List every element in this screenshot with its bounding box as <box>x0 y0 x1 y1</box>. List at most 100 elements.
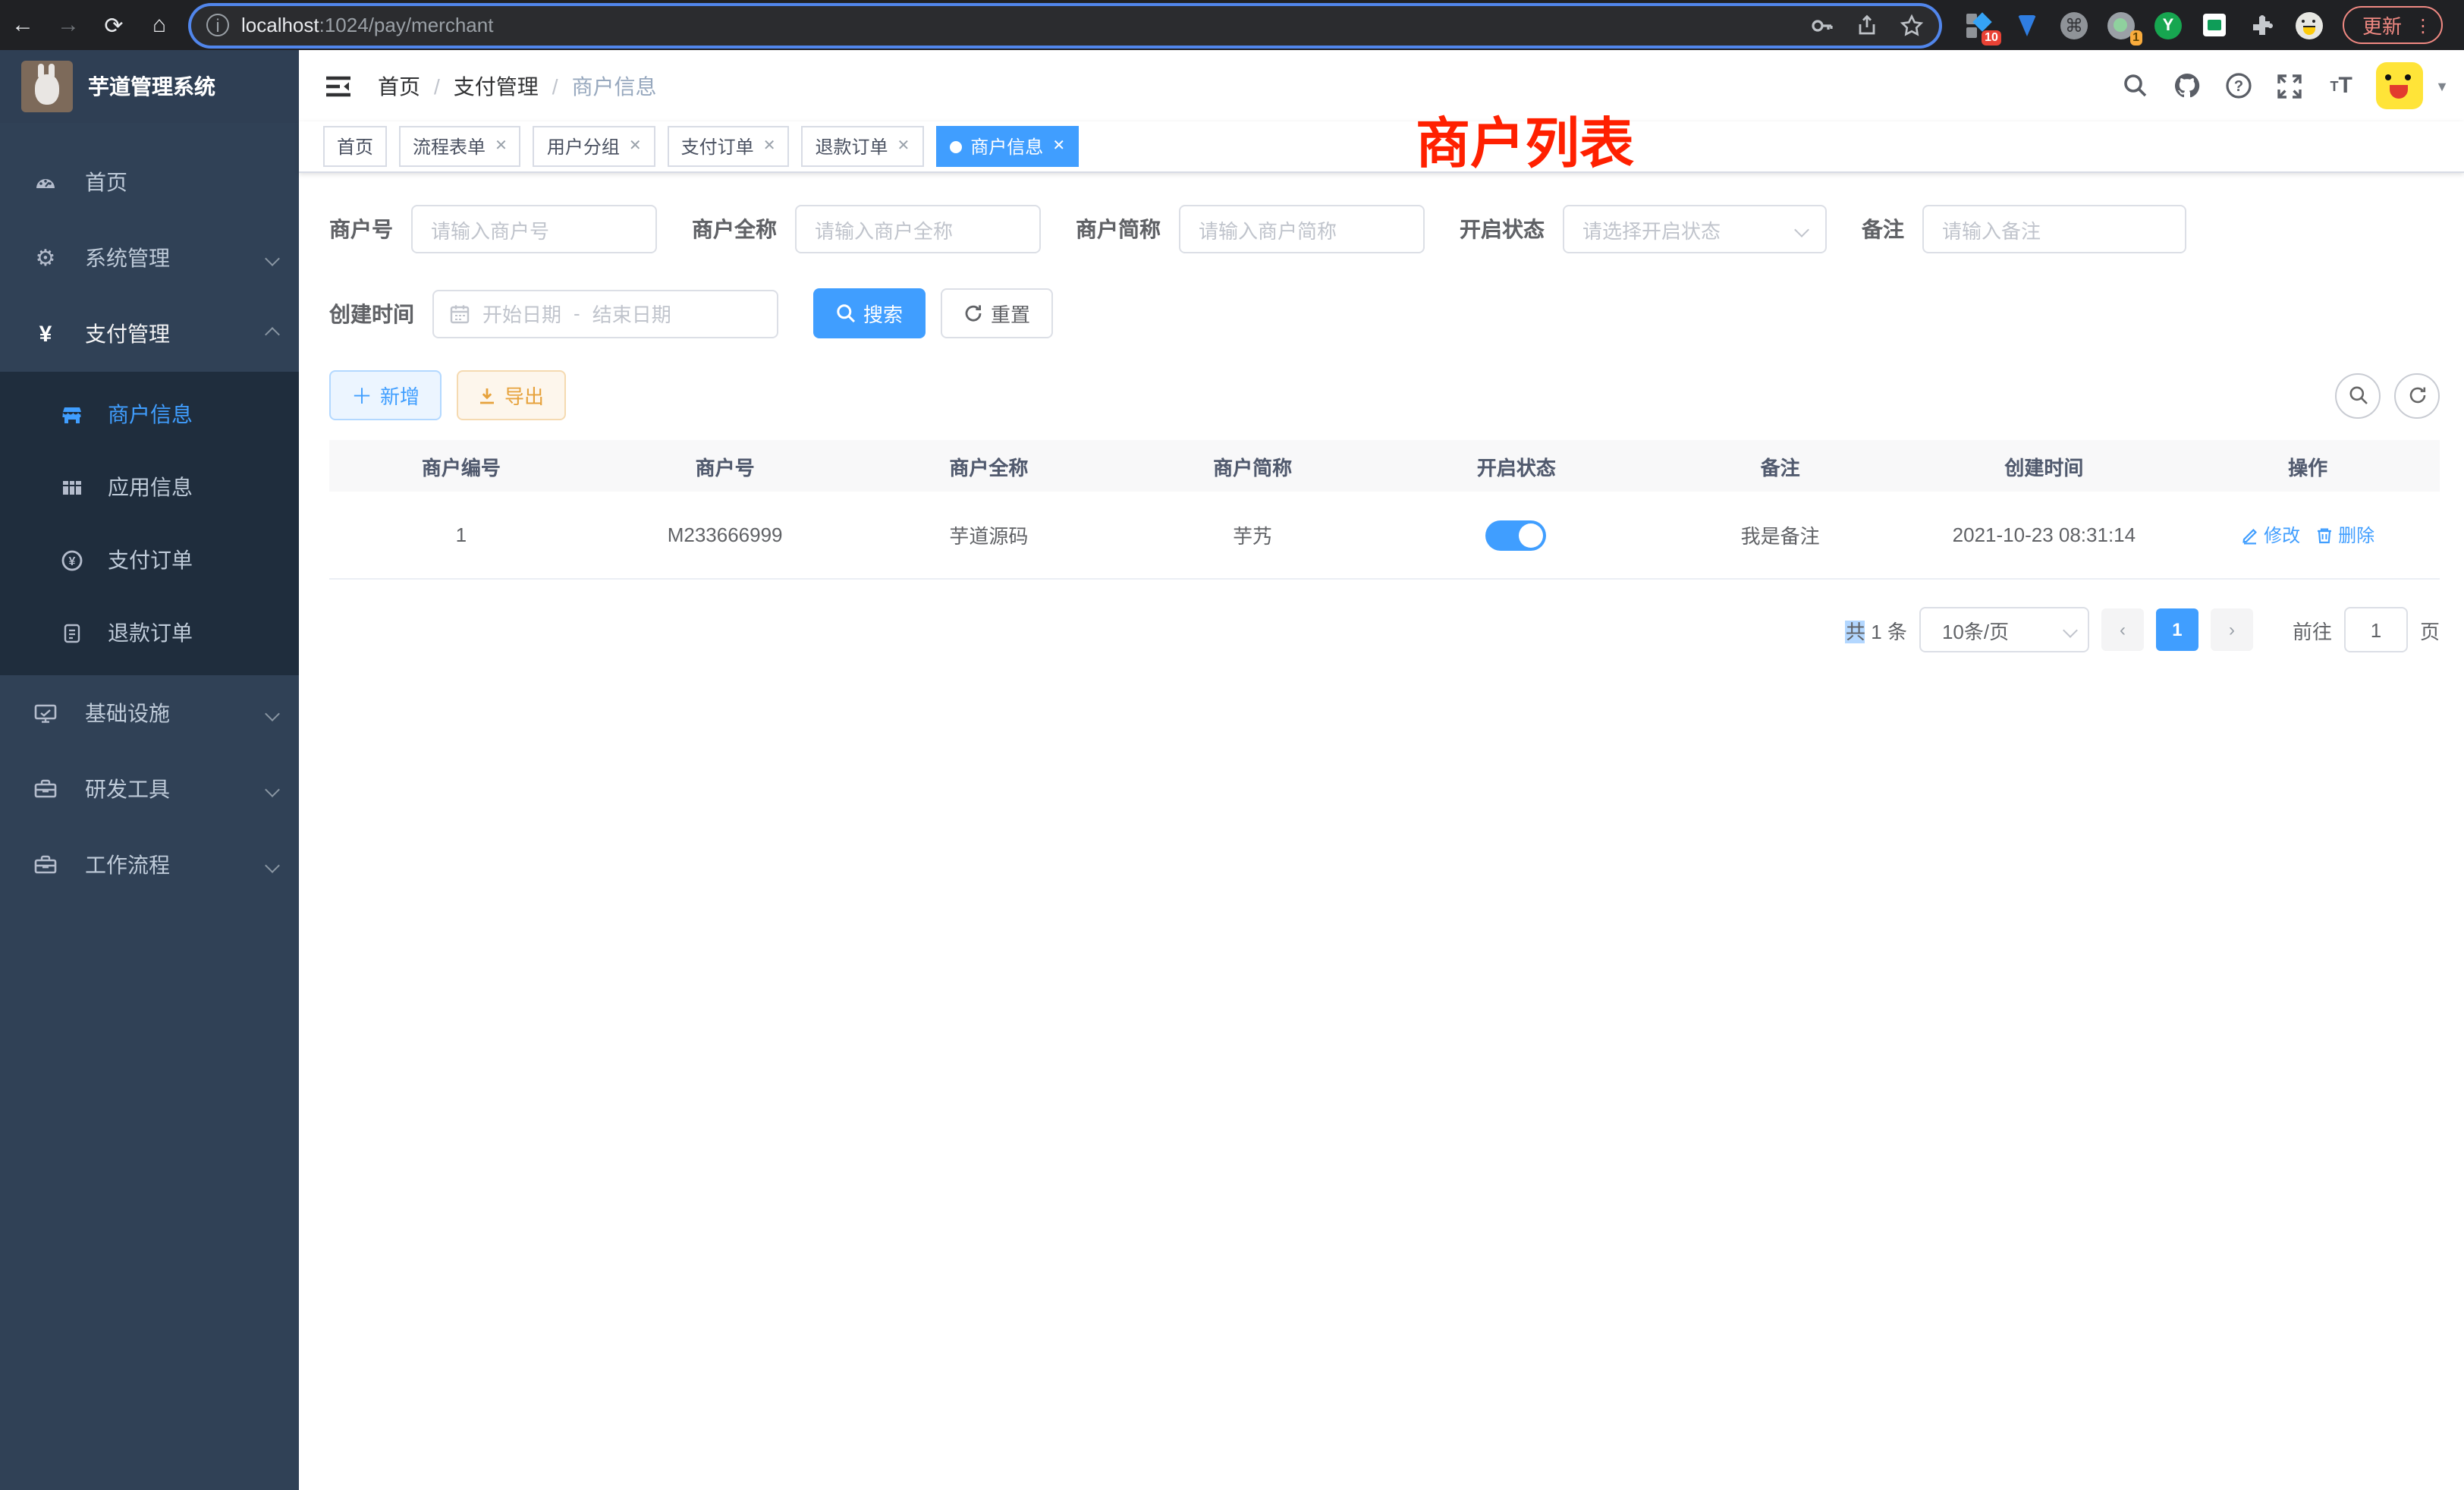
delete-button[interactable]: 删除 <box>2315 522 2374 548</box>
extension-tasks-icon[interactable]: 10 <box>1966 11 1994 39</box>
tab-pay-order[interactable]: 支付订单✕ <box>668 126 790 167</box>
gear-icon: ⚙ <box>33 246 58 270</box>
date-range-picker[interactable]: 开始日期 - 结束日期 <box>432 289 778 338</box>
close-icon[interactable]: ✕ <box>495 138 508 155</box>
goto-label: 前往 <box>2293 615 2332 644</box>
chevron-down-icon <box>1794 222 1809 237</box>
edit-button[interactable]: 修改 <box>2241 522 2300 548</box>
merchant-no-label: 商户号 <box>329 214 393 244</box>
short-name-label: 商户简称 <box>1076 214 1161 244</box>
app-logo-row[interactable]: 芋道管理系统 <box>0 50 299 123</box>
share-icon[interactable] <box>1856 13 1878 37</box>
cell-full-name: 芋道源码 <box>857 520 1121 549</box>
close-icon[interactable]: ✕ <box>629 138 642 155</box>
create-time-label: 创建时间 <box>329 298 414 328</box>
page-1-button[interactable]: 1 <box>2156 608 2198 651</box>
full-name-label: 商户全称 <box>692 214 777 244</box>
breadcrumb-home[interactable]: 首页 <box>378 71 420 101</box>
sidebar-item-pay-order[interactable]: ¥ 支付订单 <box>0 523 299 596</box>
fullscreen-icon[interactable] <box>2273 69 2306 102</box>
close-icon[interactable]: ✕ <box>1052 138 1065 155</box>
sidebar-item-infra[interactable]: 基础设施 <box>0 675 299 751</box>
merchant-table: 商户编号 商户号 商户全称 商户简称 开启状态 备注 创建时间 操作 1 M23… <box>329 440 2440 580</box>
github-icon[interactable] <box>2170 69 2203 102</box>
chevron-down-icon <box>265 250 280 266</box>
full-name-input[interactable]: 请输入商户全称 <box>795 205 1041 253</box>
sidebar-item-home[interactable]: 首页 <box>0 144 299 220</box>
tag-view-bar: 首页 流程表单✕ 用户分组✕ 支付订单✕ 退款订单✕ 商户信息✕ <box>299 121 2464 173</box>
tab-user-group[interactable]: 用户分组✕ <box>533 126 655 167</box>
breadcrumb-current: 商户信息 <box>572 71 657 101</box>
font-size-icon[interactable]: TT <box>2324 69 2358 102</box>
tab-refund-order[interactable]: 退款订单✕ <box>801 126 923 167</box>
extension-kite-icon[interactable] <box>2013 11 2041 39</box>
table-header-row: 商户编号 商户号 商户全称 商户简称 开启状态 备注 创建时间 操作 <box>329 440 2440 492</box>
breadcrumb-section[interactable]: 支付管理 <box>454 71 539 101</box>
password-key-icon[interactable] <box>1810 13 1834 37</box>
extensions-puzzle-icon[interactable] <box>2249 11 2276 39</box>
extension-y-icon[interactable]: Y <box>2154 11 2182 39</box>
total-text: 共 1 条 <box>1846 615 1907 644</box>
sidebar-item-system[interactable]: ⚙ 系统管理 <box>0 220 299 296</box>
cell-merchant-no: M233666999 <box>593 523 857 546</box>
table-grid-icon <box>61 476 83 498</box>
avatar-caret-icon[interactable]: ▼ <box>2435 78 2449 93</box>
goto-page-input[interactable]: 1 <box>2344 607 2408 652</box>
merchant-no-input[interactable]: 请输入商户号 <box>411 205 657 253</box>
sidebar-item-dev-tools[interactable]: 研发工具 <box>0 751 299 827</box>
extension-command-icon[interactable]: ⌘ <box>2060 11 2088 39</box>
close-icon[interactable]: ✕ <box>763 138 776 155</box>
browser-update-button[interactable]: 更新 ⋮ <box>2343 6 2443 44</box>
site-info-icon[interactable]: i <box>206 14 229 36</box>
extensions-area: 10 ⌘ 1 Y 更新 ⋮ <box>1954 6 2464 44</box>
calendar-icon <box>449 303 470 324</box>
short-name-input[interactable]: 请输入商户简称 <box>1179 205 1425 253</box>
header-search-icon[interactable] <box>2118 69 2151 102</box>
browser-forward-icon[interactable]: → <box>46 12 91 38</box>
tab-home[interactable]: 首页 <box>323 126 387 167</box>
goto-unit: 页 <box>2420 615 2440 644</box>
status-select[interactable]: 请选择开启状态 <box>1563 205 1827 253</box>
sidebar-item-refund-order[interactable]: 退款订单 <box>0 596 299 669</box>
extension-recorder-icon[interactable]: 1 <box>2107 11 2135 39</box>
next-page-button[interactable]: › <box>2211 608 2253 651</box>
monitor-icon <box>33 701 58 725</box>
bookmark-star-icon[interactable] <box>1900 13 1924 37</box>
browser-menu-icon[interactable]: ⋮ <box>2414 16 2432 34</box>
search-button[interactable]: 搜索 <box>813 288 926 338</box>
user-avatar[interactable] <box>2376 62 2423 109</box>
cell-short-name: 芋艿 <box>1120 520 1384 549</box>
sidebar-item-app-info[interactable]: 应用信息 <box>0 451 299 523</box>
help-icon[interactable]: ? <box>2221 69 2255 102</box>
remark-input[interactable]: 请输入备注 <box>1922 205 2186 253</box>
tab-merchant-info[interactable]: 商户信息✕ <box>935 126 1079 167</box>
pay-order-icon: ¥ <box>61 549 83 571</box>
browser-home-icon[interactable]: ⌂ <box>137 12 182 38</box>
address-bar[interactable]: i localhost:1024/pay/merchant <box>191 5 1939 45</box>
extension-chat-icon[interactable] <box>2202 11 2229 39</box>
app-title: 芋道管理系统 <box>88 71 215 102</box>
sidebar-item-workflow[interactable]: 工作流程 <box>0 827 299 903</box>
browser-toolbar: ← → ⟳ ⌂ i localhost:1024/pay/merchant 10… <box>0 0 2464 50</box>
dashboard-icon <box>33 170 58 194</box>
table-toolbar: ＋新增 导出 <box>299 366 2464 420</box>
sidebar-collapse-icon[interactable] <box>323 71 354 101</box>
export-button[interactable]: 导出 <box>457 370 566 420</box>
url-text: localhost:1024/pay/merchant <box>241 14 1789 36</box>
active-dot <box>949 140 961 152</box>
sidebar-item-merchant-info[interactable]: 商户信息 <box>0 378 299 451</box>
table-row: 1 M233666999 芋道源码 芋艿 我是备注 2021-10-23 08:… <box>329 492 2440 580</box>
tab-process-form[interactable]: 流程表单✕ <box>399 126 521 167</box>
sidebar-item-pay[interactable]: ¥ 支付管理 <box>0 296 299 372</box>
close-icon[interactable]: ✕ <box>897 138 910 155</box>
status-toggle[interactable] <box>1486 520 1547 550</box>
profile-avatar-icon[interactable] <box>2296 11 2323 39</box>
add-button[interactable]: ＋新增 <box>329 370 442 420</box>
reset-button[interactable]: 重置 <box>941 288 1053 338</box>
prev-page-button[interactable]: ‹ <box>2101 608 2144 651</box>
refresh-button[interactable] <box>2394 372 2440 418</box>
browser-reload-icon[interactable]: ⟳ <box>91 11 137 39</box>
page-size-select[interactable]: 10条/页 <box>1919 607 2089 652</box>
toggle-search-button[interactable] <box>2335 372 2381 418</box>
browser-back-icon[interactable]: ← <box>0 12 46 38</box>
